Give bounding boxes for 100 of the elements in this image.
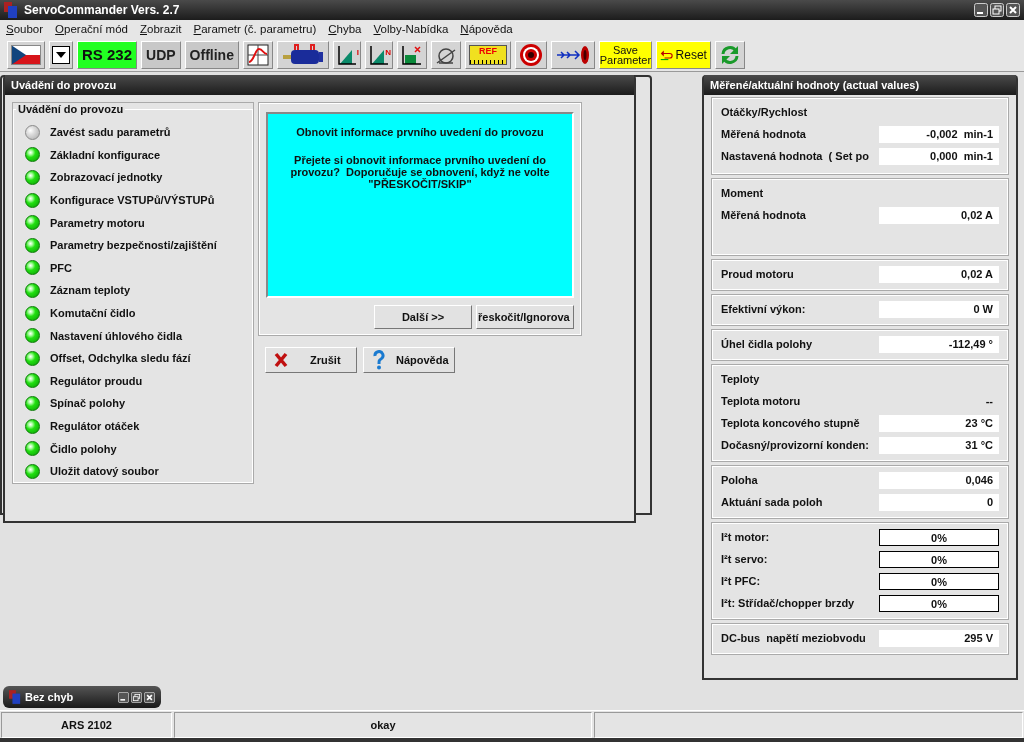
value-label: Efektivní výkon: bbox=[721, 303, 806, 315]
load-value-box: 0% bbox=[879, 550, 999, 568]
skip-button[interactable]: řeskočit/Ignorova bbox=[476, 305, 574, 329]
step-label[interactable]: Uložit datový soubor bbox=[50, 465, 159, 478]
close-icon[interactable] bbox=[1006, 3, 1020, 17]
step-label[interactable]: Regulátor otáček bbox=[50, 420, 140, 432]
status-cell: ARS 2102 bbox=[1, 712, 172, 738]
toolbar-button[interactable] bbox=[430, 40, 461, 69]
menu-item[interactable]: Volby-Nabídka bbox=[369, 23, 453, 35]
value-label: Dočasný/provizorní konden: bbox=[721, 439, 869, 451]
arrow-to-stop-icon bbox=[554, 43, 591, 66]
cross-icon bbox=[274, 352, 288, 368]
value-field: 23 °C bbox=[879, 414, 999, 432]
value-field: 0,02 A bbox=[879, 265, 999, 283]
connection-toggle[interactable]: Offline bbox=[184, 40, 239, 69]
value-text: -- bbox=[984, 393, 994, 409]
value-label: I²t servo: bbox=[721, 553, 768, 565]
load-value-box: 0% bbox=[879, 572, 999, 590]
value-label: Teplota motoru bbox=[721, 395, 801, 407]
restore-icon[interactable] bbox=[131, 691, 142, 703]
value-label: Měřená hodnota bbox=[721, 128, 806, 140]
language-dropdown[interactable] bbox=[49, 40, 73, 69]
value-field: 0 W bbox=[879, 300, 999, 318]
value-label: I²t: Střídač/chopper brzdy bbox=[721, 597, 855, 609]
window-title: ServoCommander Vers. 2.7 bbox=[24, 3, 180, 17]
ramp-graph-icon bbox=[368, 43, 389, 66]
cancel-button[interactable]: Zrušit bbox=[265, 347, 357, 373]
motor-icon bbox=[280, 42, 325, 67]
step-label[interactable]: Čidlo polohy bbox=[50, 442, 117, 455]
toolbar-button[interactable] bbox=[514, 40, 547, 69]
value-field: 0,02 A bbox=[879, 206, 999, 224]
step-label[interactable]: Zavést sadu parametrů bbox=[50, 126, 171, 139]
minimized-window[interactable]: Bez chyb bbox=[3, 686, 161, 708]
step-response-chart-icon bbox=[246, 43, 269, 66]
connection-toggle[interactable]: UDP bbox=[141, 40, 181, 69]
value-label: Poloha bbox=[721, 474, 758, 486]
menu-item[interactable]: Soubor bbox=[2, 23, 48, 35]
step-label[interactable]: Parametry motoru bbox=[50, 216, 145, 229]
value-label: Měřená hodnota bbox=[721, 209, 806, 221]
close-icon[interactable] bbox=[144, 691, 155, 703]
status-cell: okay bbox=[174, 712, 592, 738]
toolbar-button[interactable] bbox=[396, 40, 427, 69]
step-label[interactable]: PFC bbox=[50, 261, 72, 274]
step-label[interactable]: Spínač polohy bbox=[50, 397, 126, 410]
question-mark-icon bbox=[372, 350, 386, 370]
value-field: 0 bbox=[879, 493, 999, 511]
value-label: Teplota koncového stupně bbox=[721, 417, 860, 429]
value-label: Nastavená hodnota ( Set po bbox=[721, 150, 869, 162]
value-label: Úhel čidla polohy bbox=[721, 338, 813, 350]
step-label[interactable]: Komutační čidlo bbox=[50, 307, 136, 320]
menu-item[interactable]: Zobrazit bbox=[136, 23, 186, 35]
toolbar-button[interactable] bbox=[276, 40, 329, 69]
value-field: 31 °C bbox=[879, 436, 999, 454]
value-label: Aktuání sada poloh bbox=[721, 496, 823, 508]
next-button[interactable]: Další >> bbox=[374, 305, 472, 329]
language-button[interactable] bbox=[7, 40, 45, 69]
czech-flag-icon bbox=[11, 44, 41, 65]
group-heading: Teploty bbox=[721, 372, 761, 387]
value-field: -112,49 ° bbox=[879, 335, 999, 353]
group-heading: Moment bbox=[721, 186, 765, 201]
step-label[interactable]: Základní konfigurace bbox=[50, 148, 161, 161]
menu-item[interactable]: Parametr (č. parametru) bbox=[189, 23, 321, 35]
connection-toggle[interactable]: RS 232 bbox=[77, 40, 138, 69]
minimize-icon[interactable] bbox=[118, 691, 129, 703]
position-graph-icon bbox=[400, 43, 423, 66]
step-label[interactable]: Offset, Odchylka sledu fází bbox=[50, 352, 191, 365]
step-label[interactable]: Konfigurace VSTUPů/VÝSTUPů bbox=[50, 194, 215, 207]
step-label[interactable]: Regulátor proudu bbox=[50, 374, 143, 387]
reset-button[interactable]: Reset bbox=[655, 40, 711, 69]
value-label: I²t PFC: bbox=[721, 575, 761, 587]
window-title: Měřené/aktuální hodnoty (actual values) bbox=[704, 75, 1016, 95]
step-label[interactable]: Parametry bezpečnosti/zajištění bbox=[50, 239, 217, 252]
group-title: Uvádění do provozu bbox=[17, 103, 125, 115]
minimize-icon[interactable] bbox=[974, 3, 988, 17]
save-parameter-button[interactable]: Save Parameter bbox=[598, 40, 652, 69]
step-label[interactable]: Záznam teploty bbox=[50, 284, 131, 297]
ramp-graph-icon bbox=[336, 43, 357, 66]
value-field: 295 V bbox=[879, 629, 999, 647]
menu-item[interactable]: Chyba bbox=[324, 23, 366, 35]
app-icon bbox=[9, 690, 21, 704]
target-icon bbox=[518, 42, 543, 67]
window-title: Bez chyb bbox=[25, 691, 74, 703]
load-value-box: 0% bbox=[879, 594, 999, 612]
load-value-box: 0% bbox=[879, 528, 999, 546]
value-field: 0,000 min-1 bbox=[879, 147, 999, 165]
menu-item[interactable]: Nápověda bbox=[456, 23, 517, 35]
menu-item[interactable]: Operační mód bbox=[51, 23, 132, 35]
value-field: 0,046 bbox=[879, 471, 999, 489]
graph-letter: N bbox=[385, 47, 391, 57]
step-label[interactable]: Zobrazovací jednotky bbox=[50, 171, 163, 184]
help-button[interactable]: Nápověda bbox=[363, 347, 455, 373]
restore-icon[interactable] bbox=[990, 3, 1004, 17]
step-label[interactable]: Nastavení úhlového čidla bbox=[50, 329, 183, 342]
message-title: Obnovit informace prvního uvedení do provozu bbox=[295, 126, 545, 138]
app-icon bbox=[4, 2, 18, 18]
group-heading: Otáčky/Rychlost bbox=[721, 105, 809, 120]
window-title: Uvádění do provozu bbox=[5, 75, 634, 95]
graph-letter: I bbox=[356, 47, 359, 57]
value-label: Proud motoru bbox=[721, 268, 794, 280]
toolbar-button[interactable] bbox=[550, 40, 595, 69]
